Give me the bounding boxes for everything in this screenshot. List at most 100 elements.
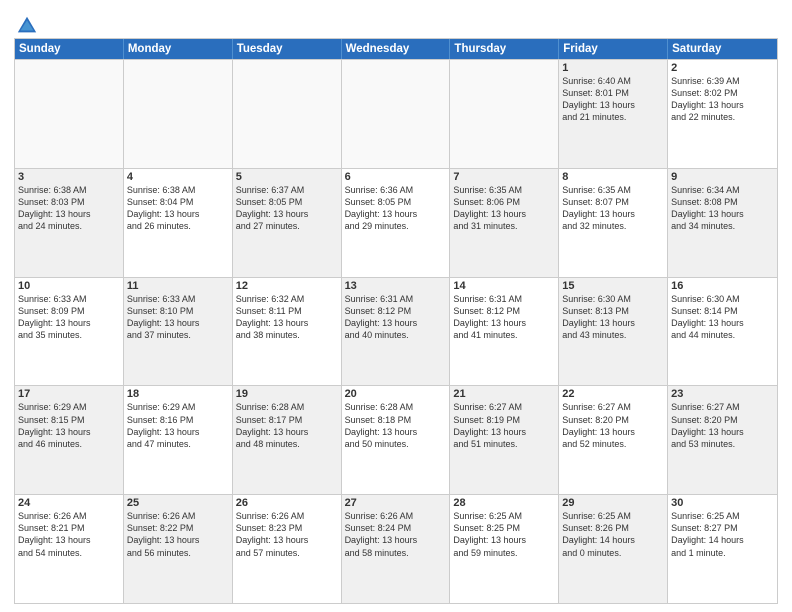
calendar-cell bbox=[233, 60, 342, 168]
calendar-row: 1Sunrise: 6:40 AM Sunset: 8:01 PM Daylig… bbox=[15, 59, 777, 168]
cell-text: Sunrise: 6:27 AM Sunset: 8:19 PM Dayligh… bbox=[453, 401, 555, 450]
calendar-cell: 7Sunrise: 6:35 AM Sunset: 8:06 PM Daylig… bbox=[450, 169, 559, 277]
cell-text: Sunrise: 6:38 AM Sunset: 8:04 PM Dayligh… bbox=[127, 184, 229, 233]
calendar-day-header: Monday bbox=[124, 39, 233, 59]
cell-text: Sunrise: 6:26 AM Sunset: 8:24 PM Dayligh… bbox=[345, 510, 447, 559]
calendar-cell: 19Sunrise: 6:28 AM Sunset: 8:17 PM Dayli… bbox=[233, 386, 342, 494]
calendar-body: 1Sunrise: 6:40 AM Sunset: 8:01 PM Daylig… bbox=[15, 59, 777, 603]
day-number: 25 bbox=[127, 497, 229, 509]
calendar-cell: 23Sunrise: 6:27 AM Sunset: 8:20 PM Dayli… bbox=[668, 386, 777, 494]
calendar-row: 24Sunrise: 6:26 AM Sunset: 8:21 PM Dayli… bbox=[15, 494, 777, 603]
calendar-cell: 20Sunrise: 6:28 AM Sunset: 8:18 PM Dayli… bbox=[342, 386, 451, 494]
calendar-day-header: Thursday bbox=[450, 39, 559, 59]
cell-text: Sunrise: 6:32 AM Sunset: 8:11 PM Dayligh… bbox=[236, 293, 338, 342]
calendar-cell: 16Sunrise: 6:30 AM Sunset: 8:14 PM Dayli… bbox=[668, 278, 777, 386]
calendar-cell: 5Sunrise: 6:37 AM Sunset: 8:05 PM Daylig… bbox=[233, 169, 342, 277]
calendar-cell: 28Sunrise: 6:25 AM Sunset: 8:25 PM Dayli… bbox=[450, 495, 559, 603]
day-number: 3 bbox=[18, 171, 120, 183]
cell-text: Sunrise: 6:28 AM Sunset: 8:18 PM Dayligh… bbox=[345, 401, 447, 450]
calendar-cell: 9Sunrise: 6:34 AM Sunset: 8:08 PM Daylig… bbox=[668, 169, 777, 277]
calendar-cell: 13Sunrise: 6:31 AM Sunset: 8:12 PM Dayli… bbox=[342, 278, 451, 386]
day-number: 14 bbox=[453, 280, 555, 292]
day-number: 5 bbox=[236, 171, 338, 183]
cell-text: Sunrise: 6:25 AM Sunset: 8:26 PM Dayligh… bbox=[562, 510, 664, 559]
calendar-row: 3Sunrise: 6:38 AM Sunset: 8:03 PM Daylig… bbox=[15, 168, 777, 277]
day-number: 19 bbox=[236, 388, 338, 400]
day-number: 21 bbox=[453, 388, 555, 400]
calendar-day-header: Sunday bbox=[15, 39, 124, 59]
day-number: 27 bbox=[345, 497, 447, 509]
day-number: 23 bbox=[671, 388, 774, 400]
cell-text: Sunrise: 6:36 AM Sunset: 8:05 PM Dayligh… bbox=[345, 184, 447, 233]
day-number: 10 bbox=[18, 280, 120, 292]
calendar-cell: 14Sunrise: 6:31 AM Sunset: 8:12 PM Dayli… bbox=[450, 278, 559, 386]
calendar-cell: 11Sunrise: 6:33 AM Sunset: 8:10 PM Dayli… bbox=[124, 278, 233, 386]
calendar-cell: 24Sunrise: 6:26 AM Sunset: 8:21 PM Dayli… bbox=[15, 495, 124, 603]
calendar-cell: 2Sunrise: 6:39 AM Sunset: 8:02 PM Daylig… bbox=[668, 60, 777, 168]
calendar-row: 10Sunrise: 6:33 AM Sunset: 8:09 PM Dayli… bbox=[15, 277, 777, 386]
day-number: 2 bbox=[671, 62, 774, 74]
cell-text: Sunrise: 6:40 AM Sunset: 8:01 PM Dayligh… bbox=[562, 75, 664, 124]
day-number: 1 bbox=[562, 62, 664, 74]
day-number: 11 bbox=[127, 280, 229, 292]
cell-text: Sunrise: 6:27 AM Sunset: 8:20 PM Dayligh… bbox=[562, 401, 664, 450]
day-number: 17 bbox=[18, 388, 120, 400]
cell-text: Sunrise: 6:29 AM Sunset: 8:16 PM Dayligh… bbox=[127, 401, 229, 450]
day-number: 12 bbox=[236, 280, 338, 292]
calendar-cell: 26Sunrise: 6:26 AM Sunset: 8:23 PM Dayli… bbox=[233, 495, 342, 603]
calendar-cell: 29Sunrise: 6:25 AM Sunset: 8:26 PM Dayli… bbox=[559, 495, 668, 603]
cell-text: Sunrise: 6:39 AM Sunset: 8:02 PM Dayligh… bbox=[671, 75, 774, 124]
calendar-cell: 6Sunrise: 6:36 AM Sunset: 8:05 PM Daylig… bbox=[342, 169, 451, 277]
day-number: 28 bbox=[453, 497, 555, 509]
cell-text: Sunrise: 6:38 AM Sunset: 8:03 PM Dayligh… bbox=[18, 184, 120, 233]
header bbox=[14, 10, 778, 32]
day-number: 26 bbox=[236, 497, 338, 509]
day-number: 22 bbox=[562, 388, 664, 400]
cell-text: Sunrise: 6:28 AM Sunset: 8:17 PM Dayligh… bbox=[236, 401, 338, 450]
day-number: 18 bbox=[127, 388, 229, 400]
calendar-cell bbox=[450, 60, 559, 168]
calendar-day-header: Tuesday bbox=[233, 39, 342, 59]
cell-text: Sunrise: 6:26 AM Sunset: 8:23 PM Dayligh… bbox=[236, 510, 338, 559]
calendar-day-header: Saturday bbox=[668, 39, 777, 59]
day-number: 15 bbox=[562, 280, 664, 292]
calendar-cell: 22Sunrise: 6:27 AM Sunset: 8:20 PM Dayli… bbox=[559, 386, 668, 494]
calendar-cell: 15Sunrise: 6:30 AM Sunset: 8:13 PM Dayli… bbox=[559, 278, 668, 386]
day-number: 6 bbox=[345, 171, 447, 183]
cell-text: Sunrise: 6:30 AM Sunset: 8:14 PM Dayligh… bbox=[671, 293, 774, 342]
calendar-header: SundayMondayTuesdayWednesdayThursdayFrid… bbox=[15, 39, 777, 59]
calendar-cell bbox=[342, 60, 451, 168]
calendar-day-header: Wednesday bbox=[342, 39, 451, 59]
calendar-cell: 25Sunrise: 6:26 AM Sunset: 8:22 PM Dayli… bbox=[124, 495, 233, 603]
cell-text: Sunrise: 6:26 AM Sunset: 8:22 PM Dayligh… bbox=[127, 510, 229, 559]
cell-text: Sunrise: 6:35 AM Sunset: 8:06 PM Dayligh… bbox=[453, 184, 555, 233]
calendar-cell: 30Sunrise: 6:25 AM Sunset: 8:27 PM Dayli… bbox=[668, 495, 777, 603]
calendar-cell bbox=[15, 60, 124, 168]
calendar-cell: 27Sunrise: 6:26 AM Sunset: 8:24 PM Dayli… bbox=[342, 495, 451, 603]
calendar-cell: 1Sunrise: 6:40 AM Sunset: 8:01 PM Daylig… bbox=[559, 60, 668, 168]
calendar-cell: 3Sunrise: 6:38 AM Sunset: 8:03 PM Daylig… bbox=[15, 169, 124, 277]
calendar-cell bbox=[124, 60, 233, 168]
calendar-cell: 4Sunrise: 6:38 AM Sunset: 8:04 PM Daylig… bbox=[124, 169, 233, 277]
calendar-cell: 10Sunrise: 6:33 AM Sunset: 8:09 PM Dayli… bbox=[15, 278, 124, 386]
day-number: 9 bbox=[671, 171, 774, 183]
cell-text: Sunrise: 6:33 AM Sunset: 8:09 PM Dayligh… bbox=[18, 293, 120, 342]
cell-text: Sunrise: 6:25 AM Sunset: 8:27 PM Dayligh… bbox=[671, 510, 774, 559]
day-number: 13 bbox=[345, 280, 447, 292]
page: SundayMondayTuesdayWednesdayThursdayFrid… bbox=[0, 0, 792, 612]
logo-area bbox=[14, 14, 38, 32]
day-number: 20 bbox=[345, 388, 447, 400]
day-number: 7 bbox=[453, 171, 555, 183]
cell-text: Sunrise: 6:26 AM Sunset: 8:21 PM Dayligh… bbox=[18, 510, 120, 559]
cell-text: Sunrise: 6:27 AM Sunset: 8:20 PM Dayligh… bbox=[671, 401, 774, 450]
day-number: 30 bbox=[671, 497, 774, 509]
day-number: 4 bbox=[127, 171, 229, 183]
cell-text: Sunrise: 6:37 AM Sunset: 8:05 PM Dayligh… bbox=[236, 184, 338, 233]
cell-text: Sunrise: 6:33 AM Sunset: 8:10 PM Dayligh… bbox=[127, 293, 229, 342]
calendar-row: 17Sunrise: 6:29 AM Sunset: 8:15 PM Dayli… bbox=[15, 385, 777, 494]
cell-text: Sunrise: 6:34 AM Sunset: 8:08 PM Dayligh… bbox=[671, 184, 774, 233]
day-number: 8 bbox=[562, 171, 664, 183]
cell-text: Sunrise: 6:31 AM Sunset: 8:12 PM Dayligh… bbox=[453, 293, 555, 342]
calendar-cell: 21Sunrise: 6:27 AM Sunset: 8:19 PM Dayli… bbox=[450, 386, 559, 494]
cell-text: Sunrise: 6:30 AM Sunset: 8:13 PM Dayligh… bbox=[562, 293, 664, 342]
